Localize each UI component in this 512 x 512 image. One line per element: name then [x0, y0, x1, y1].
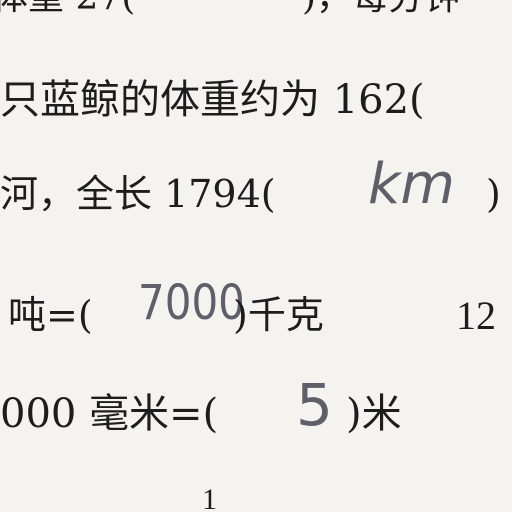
line-4-extra-text: 12 [456, 293, 496, 338]
line-5-handwritten-answer: 5 [296, 371, 333, 439]
line-6-text: 1 [202, 483, 217, 512]
line-3-right-paren: ) [486, 172, 501, 216]
line-4-handwritten-answer: 7000 [138, 274, 245, 331]
line-2-text: 只蓝鲸的体重约为 162( [0, 77, 425, 123]
line-4-left-text: 吨=( [8, 293, 93, 337]
line-1-left-text: 体重 27( [0, 0, 135, 16]
line-4-right-text: )千克 [233, 293, 324, 337]
document-page: 体重 27( )，每分钟 只蓝鲸的体重约为 162( 河，全长 1794( km… [0, 0, 512, 512]
line-5-right-text: )米 [346, 391, 402, 437]
line-1-right-text: )，每分钟 [302, 0, 460, 16]
line-3-left-text: 河，全长 1794( [0, 172, 276, 216]
line-3-handwritten-answer: km [368, 152, 455, 217]
line-5-left-text: 000 毫米=( [0, 391, 219, 437]
